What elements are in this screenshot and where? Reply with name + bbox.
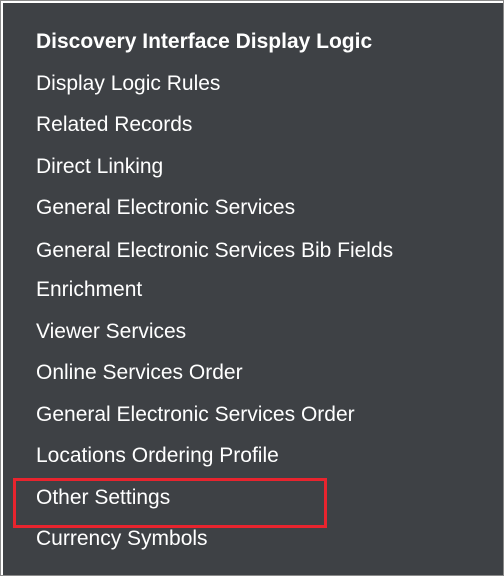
menu-item-currency-symbols[interactable]: Currency Symbols (36, 518, 498, 560)
menu-item-display-logic-rules[interactable]: Display Logic Rules (36, 63, 498, 105)
menu-item-other-settings[interactable]: Other Settings (36, 477, 498, 519)
menu-item-general-electronic-services-order[interactable]: General Electronic Services Order (36, 394, 498, 436)
menu-item-related-records[interactable]: Related Records (36, 104, 498, 146)
screenshot-frame: Discovery Interface Display Logic Displa… (0, 0, 504, 576)
menu-panel: Discovery Interface Display Logic Displa… (3, 3, 503, 575)
menu-item-general-electronic-services[interactable]: General Electronic Services (36, 187, 498, 229)
menu-item-direct-linking[interactable]: Direct Linking (36, 146, 498, 188)
menu-item-discovery-interface-display-logic[interactable]: Discovery Interface Display Logic (36, 21, 498, 63)
menu-item-locations-ordering-profile[interactable]: Locations Ordering Profile (36, 435, 498, 477)
menu-item-online-services-order[interactable]: Online Services Order (36, 352, 498, 394)
settings-menu: Discovery Interface Display Logic Displa… (36, 21, 498, 560)
menu-item-viewer-services[interactable]: Viewer Services (36, 311, 498, 353)
menu-item-general-electronic-services-bib-fields-enrichment[interactable]: General Electronic Services Bib Fields E… (36, 229, 498, 311)
